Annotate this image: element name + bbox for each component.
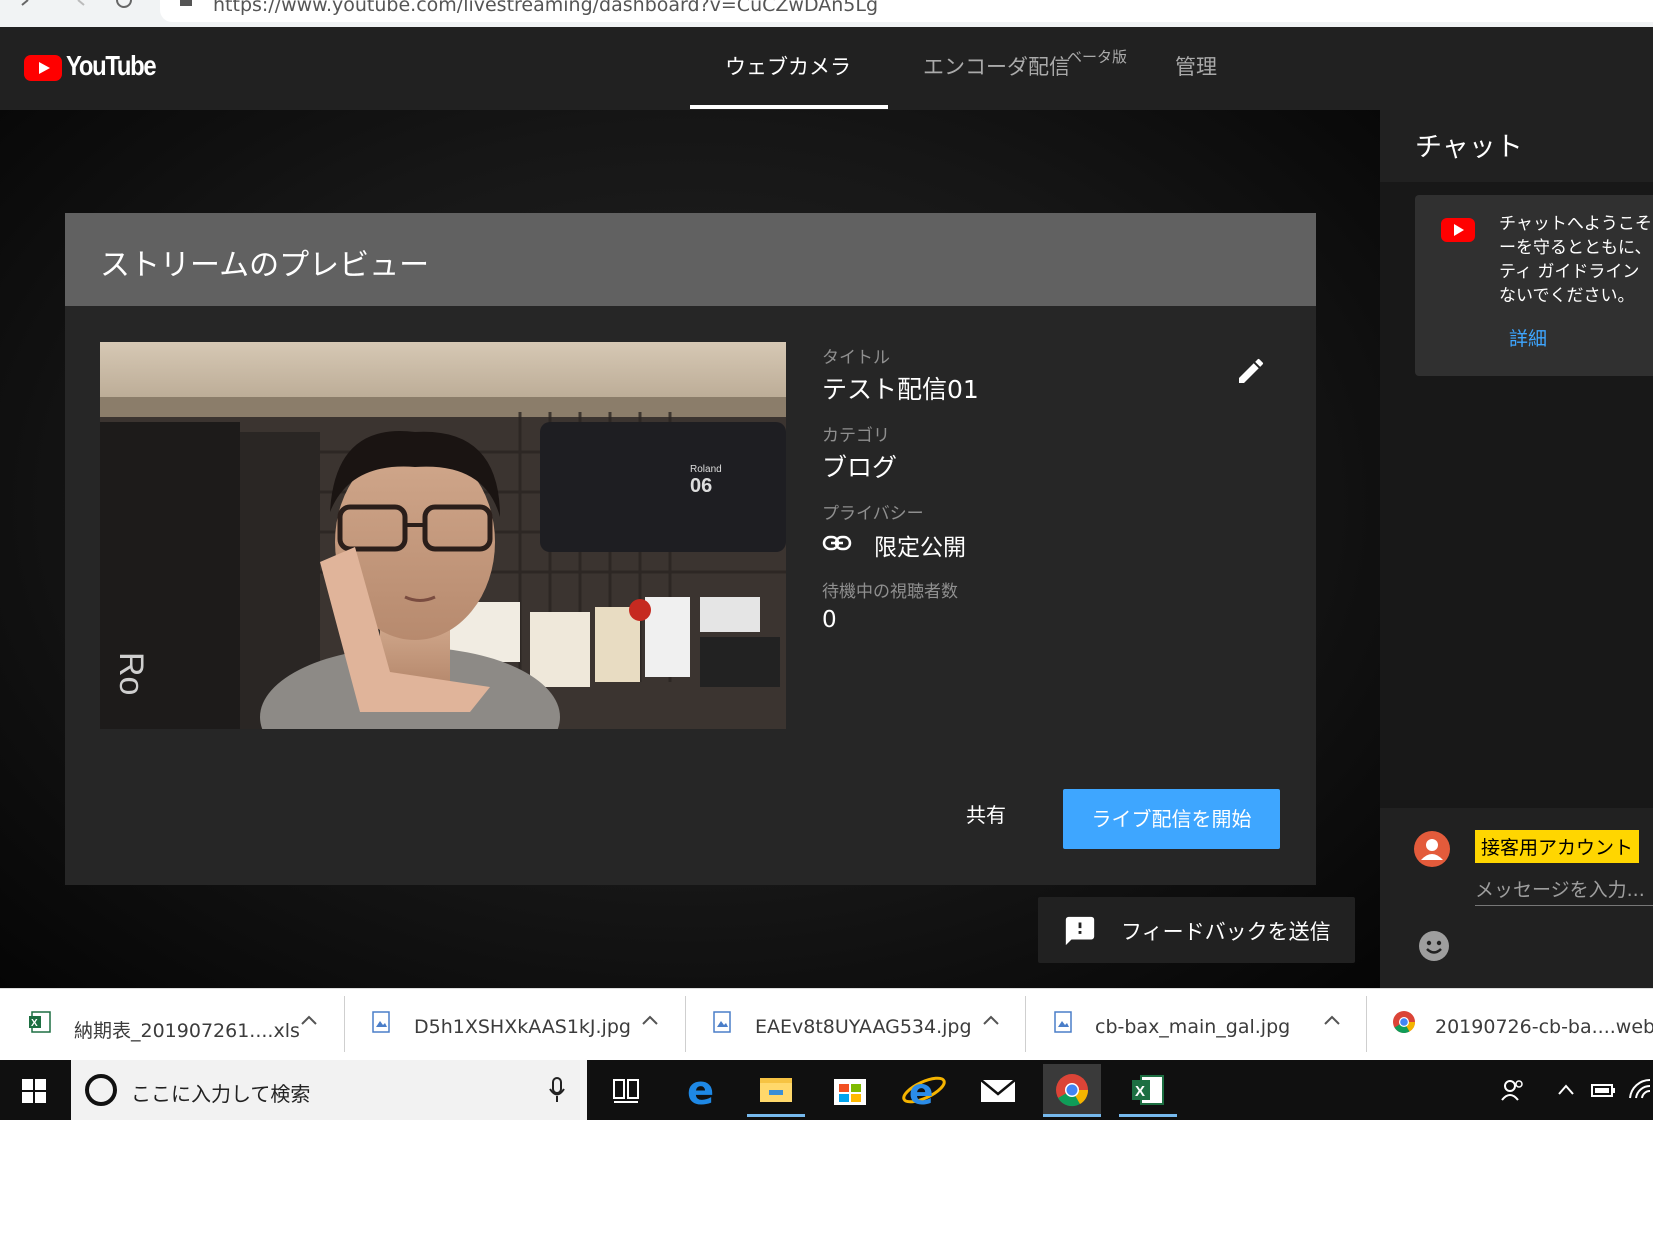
download-item-name[interactable]: D5h1XSHXkAAS1kJ.jpg — [414, 1016, 631, 1038]
download-item-name[interactable]: cb-bax_main_gal.jpg — [1095, 1016, 1290, 1038]
viewers-label: 待機中の視聴者数 — [822, 582, 958, 602]
title-label: タイトル — [822, 348, 890, 368]
image-file-icon — [711, 1010, 733, 1034]
chat-details-link[interactable]: 詳細 — [1509, 324, 1547, 351]
chevron-up-icon[interactable] — [1556, 1082, 1576, 1096]
share-button[interactable]: 共有 — [950, 790, 1022, 840]
avatar — [1414, 831, 1450, 867]
logo-text: YouTube — [66, 50, 157, 81]
forward-icon[interactable] — [72, 0, 90, 8]
feedback-icon — [1063, 914, 1097, 948]
divider — [685, 996, 686, 1052]
back-icon[interactable] — [18, 0, 36, 8]
beta-badge: ベータ版 — [1067, 48, 1128, 66]
divider — [344, 996, 345, 1052]
chat-message-input[interactable]: メッセージを入力... — [1475, 875, 1653, 906]
running-indicator — [747, 1114, 805, 1117]
chevron-up-icon[interactable] — [1323, 1014, 1341, 1026]
svg-text:Ro: Ro — [112, 652, 150, 695]
youtube-icon — [1441, 218, 1475, 242]
privacy-label: プライバシー — [822, 504, 924, 524]
chevron-up-icon[interactable] — [982, 1014, 1000, 1026]
chat-username: 接客用アカウント — [1475, 830, 1640, 863]
svg-text:X: X — [1135, 1083, 1145, 1100]
svg-text:e: e — [909, 1072, 933, 1113]
emoji-icon[interactable] — [1418, 930, 1450, 962]
download-item-name[interactable]: 20190726-cb-ba....webp — [1435, 1016, 1653, 1038]
edge-icon[interactable]: e — [673, 1064, 731, 1116]
feedback-label: フィードバックを送信 — [1121, 920, 1331, 944]
battery-icon[interactable] — [1590, 1081, 1618, 1099]
file-explorer-icon[interactable] — [747, 1064, 805, 1116]
go-live-button[interactable]: ライブ配信を開始 — [1063, 789, 1280, 849]
mail-icon[interactable] — [969, 1064, 1027, 1116]
chevron-up-icon[interactable] — [300, 1014, 318, 1026]
tab-encoder[interactable]: エンコーダ配信 — [923, 55, 1070, 79]
chrome-taskbar-icon[interactable] — [1043, 1064, 1101, 1116]
image-file-icon — [370, 1010, 392, 1034]
active-tab-indicator — [690, 105, 888, 109]
reload-icon[interactable] — [114, 0, 134, 8]
taskbar-search-placeholder: ここに入力して検索 — [131, 1082, 311, 1106]
cortana-icon — [84, 1073, 118, 1107]
youtube-logo[interactable] — [24, 55, 62, 81]
tab-manage[interactable]: 管理 — [1175, 55, 1217, 79]
svg-text:e: e — [687, 1068, 714, 1114]
excel-file-icon: X — [28, 1010, 52, 1034]
category-label: カテゴリ — [822, 426, 890, 446]
chat-welcome-text: チャットへようこそ ーを守るとともに、 ティ ガイドライン ないでください。 — [1499, 214, 1652, 306]
store-icon[interactable] — [821, 1064, 879, 1116]
download-item-name[interactable]: 納期表_201907261....xls — [74, 1016, 300, 1043]
download-item-name[interactable]: EAEv8t8UYAAG534.jpg — [755, 1016, 972, 1038]
url-text: https://www.youtube.com/livestreaming/da… — [213, 0, 879, 16]
task-view-icon[interactable] — [597, 1064, 655, 1116]
wifi-icon[interactable] — [1628, 1078, 1653, 1100]
webcam-preview: Roland 06 Ro — [100, 342, 786, 729]
image-file-icon — [1052, 1010, 1074, 1034]
excel-taskbar-icon[interactable]: X — [1119, 1064, 1177, 1116]
category-value: ブログ — [822, 453, 898, 482]
chrome-file-icon — [1392, 1010, 1416, 1034]
people-icon[interactable] — [1500, 1077, 1526, 1103]
modal-title: ストリームのプレビュー — [100, 248, 430, 283]
edit-icon[interactable] — [1235, 355, 1267, 387]
chevron-up-icon[interactable] — [641, 1014, 659, 1026]
lock-icon — [180, 0, 192, 6]
running-indicator — [1119, 1114, 1177, 1117]
privacy-value: 限定公開 — [874, 535, 966, 561]
title-value: テスト配信01 — [822, 375, 979, 404]
microphone-icon[interactable] — [547, 1076, 567, 1104]
tab-webcam[interactable]: ウェブカメラ — [725, 55, 851, 79]
chat-title: チャット — [1415, 132, 1523, 163]
svg-text:Roland: Roland — [690, 464, 722, 475]
link-icon — [822, 532, 852, 554]
divider — [1366, 996, 1367, 1052]
viewers-value: 0 — [822, 607, 837, 633]
internet-explorer-icon[interactable]: e — [895, 1064, 953, 1116]
windows-start-icon[interactable] — [22, 1079, 46, 1103]
divider — [1025, 996, 1026, 1052]
svg-text:X: X — [31, 1018, 38, 1029]
svg-text:06: 06 — [690, 475, 712, 497]
running-indicator — [1043, 1114, 1101, 1117]
